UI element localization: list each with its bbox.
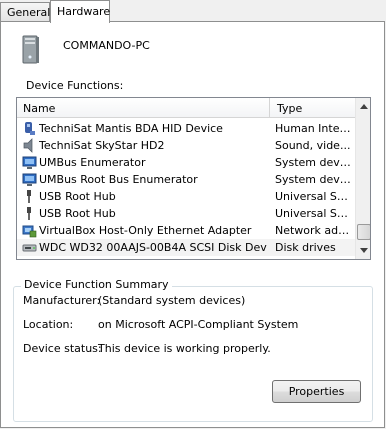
hardware-panel: COMMANDO-PC Device Functions: Name Type … [0, 21, 385, 428]
device-functions-list[interactable]: Name Type TechniSat Mantis BDA HID Devic… [16, 97, 371, 260]
tab-hardware[interactable]: Hardware [50, 0, 110, 23]
device-name-cell: VirtualBox Host-Only Ethernet Adapter [39, 224, 252, 237]
list-header: Name Type [17, 98, 355, 118]
summary-title: Device Function Summary [21, 278, 172, 291]
disk-drive-icon [22, 244, 37, 252]
usb-icon [27, 207, 31, 220]
device-name-cell: UMBus Enumerator [39, 156, 146, 169]
manufacturer-value: (Standard system devices) [98, 294, 246, 307]
device-type-cell: System devi... [275, 173, 353, 186]
column-header-type[interactable]: Type [271, 98, 355, 118]
list-item[interactable]: USB Root Hub Universal Se... [17, 188, 355, 205]
hardware-properties-dialog: General Hardware COMMANDO-PC Device Func… [0, 0, 386, 429]
system-device-icon [22, 156, 37, 169]
list-item[interactable]: UMBus Enumerator System devi... [17, 154, 355, 171]
scrollbar-thumb[interactable] [357, 224, 370, 240]
scroll-up-icon[interactable] [356, 98, 371, 115]
tab-strip: General Hardware [0, 0, 386, 23]
list-item[interactable]: UMBus Root Bus Enumerator System devi... [17, 171, 355, 188]
column-header-name[interactable]: Name [17, 98, 270, 118]
properties-button[interactable]: Properties [272, 380, 361, 403]
speaker-icon [23, 138, 33, 153]
device-functions-label: Device Functions: [26, 79, 124, 92]
device-type-cell: Universal Se... [275, 207, 353, 220]
device-type-cell: Human Interf... [275, 122, 353, 135]
device-name-cell: UMBus Root Bus Enumerator [39, 173, 198, 186]
list-item[interactable]: TechniSat Mantis BDA HID Device Human In… [17, 120, 355, 137]
list-item[interactable]: VirtualBox Host-Only Ethernet Adapter Ne… [17, 222, 355, 239]
device-type-cell: System devi... [275, 156, 353, 169]
list-item[interactable]: USB Root Hub Universal Se... [17, 205, 355, 222]
device-type-cell: Sound, vide... [275, 139, 351, 152]
device-type-cell: Disk drives [275, 241, 336, 254]
scroll-down-icon[interactable] [356, 242, 371, 259]
device-status-label: Device status: [23, 342, 102, 355]
device-name-cell: USB Root Hub [39, 207, 116, 220]
computer-icon [22, 35, 39, 64]
device-type-cell: Universal Se... [275, 190, 353, 203]
device-name-cell: USB Root Hub [39, 190, 116, 203]
computer-name: COMMANDO-PC [63, 39, 150, 52]
usb-icon [27, 190, 31, 203]
list-rows: TechniSat Mantis BDA HID Device Human In… [17, 120, 355, 256]
device-name-cell: TechniSat SkyStar HD2 [39, 139, 165, 152]
device-name-cell: TechniSat Mantis BDA HID Device [39, 122, 223, 135]
tab-general[interactable]: General [0, 2, 50, 22]
list-scrollbar[interactable] [355, 98, 371, 259]
hid-device-icon [25, 122, 35, 135]
list-item-selected[interactable]: WDC WD32 00AAJS-00B4A SCSI Disk Device D… [17, 239, 355, 256]
list-item[interactable]: TechniSat SkyStar HD2 Sound, vide... [17, 137, 355, 154]
location-label: Location: [23, 318, 74, 331]
network-adapter-icon [22, 225, 37, 238]
device-type-cell: Network ada... [275, 224, 353, 237]
device-status-value: This device is working properly. [98, 342, 271, 355]
manufacturer-label: Manufacturer: [23, 294, 101, 307]
system-device-icon [22, 173, 37, 186]
location-value: on Microsoft ACPI-Compliant System [98, 318, 299, 331]
device-name-cell: WDC WD32 00AAJS-00B4A SCSI Disk Device [39, 241, 267, 254]
